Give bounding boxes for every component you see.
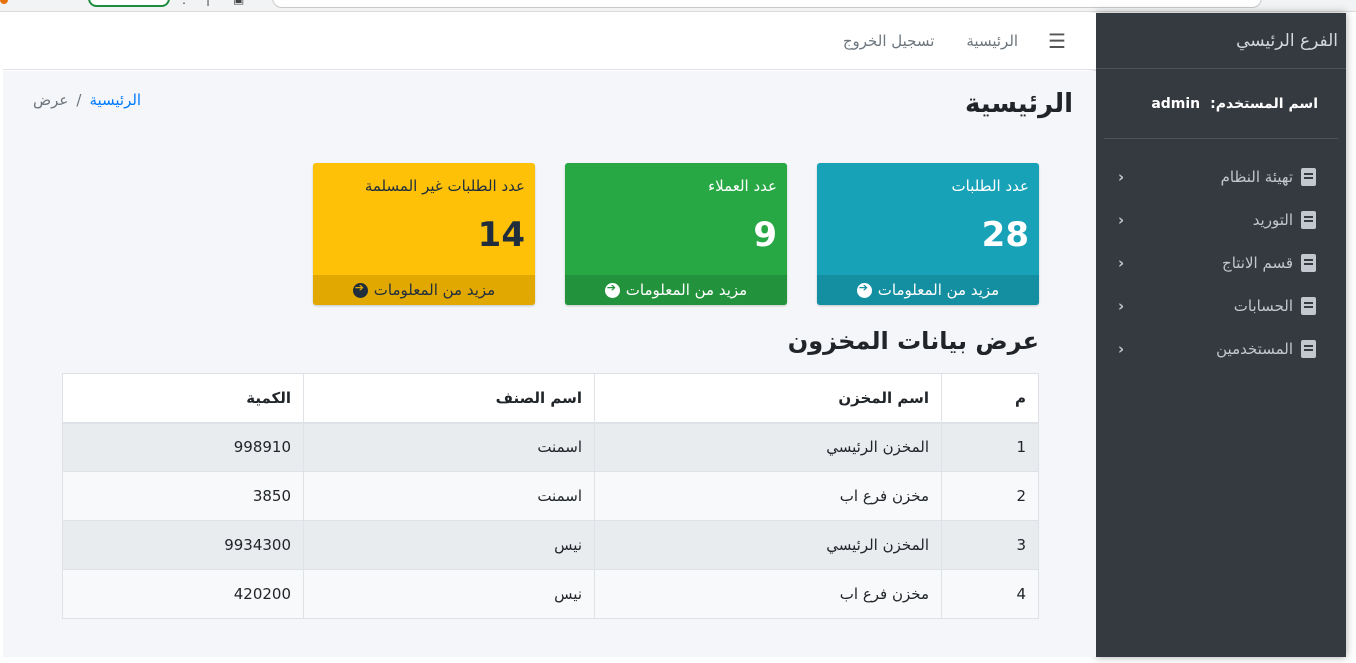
column-header-item[interactable]: اسم الصنف (303, 373, 595, 424)
arrow-circle-right-icon (352, 281, 368, 298)
card-more-info-link[interactable]: مزيد من المعلومات (565, 275, 787, 305)
cell-quantity: 420200 (62, 569, 304, 619)
browser-address-bar[interactable] (272, 0, 1262, 8)
undelivered-orders-card: عدد الطلبات غير المسلمة 14 مزيد من المعل… (313, 163, 535, 305)
sidebar-item-label: تهيئة النظام (1220, 167, 1293, 186)
sidebar-item-system-setup[interactable]: تهيئة النظام ‹ (1096, 155, 1346, 198)
book-icon (1301, 339, 1316, 358)
column-header-quantity[interactable]: الكمية (62, 373, 304, 424)
main-content: الرئيسية عرض / الرئيسية عدد الطلبات 28 م… (3, 71, 1096, 657)
table-row: 3 المخزن الرئيسي نيس 9934300 (62, 520, 1039, 570)
chevron-left-icon: ‹ (1118, 210, 1125, 229)
card-value: 14 (477, 215, 525, 255)
sidebar-item-label: قسم الانتاج (1222, 253, 1293, 272)
chevron-left-icon: ‹ (1118, 253, 1125, 272)
sidebar-item-accounts[interactable]: الحسابات ‹ (1096, 284, 1346, 327)
user-name[interactable]: admin (1151, 96, 1200, 112)
cell-index: 4 (941, 569, 1039, 619)
sidebar-item-label: التوريد (1252, 210, 1293, 229)
table-row: 4 مخزن فرع اب نيس 420200 (62, 569, 1039, 619)
breadcrumb-current: عرض (33, 91, 69, 109)
cell-item: نيس (303, 520, 595, 570)
cell-item: اسمنت (303, 422, 595, 472)
inventory-section-title: عرض بيانات المخزون (787, 327, 1039, 355)
card-more-label: مزيد من المعلومات (877, 281, 1000, 299)
user-panel: اسم المستخدم: admin (1104, 69, 1338, 139)
book-icon (1301, 253, 1316, 272)
card-more-info-link[interactable]: مزيد من المعلومات (817, 275, 1039, 305)
book-icon (1301, 210, 1316, 229)
card-value: 28 (981, 215, 1029, 255)
nav-link-home[interactable]: الرئيسية (966, 32, 1018, 50)
card-label: عدد الطلبات غير المسلمة (364, 177, 525, 195)
cell-store: مخزن فرع اب (594, 471, 942, 521)
browser-menu-icon[interactable]: ⋮ (178, 0, 190, 6)
sidebar-item-supply[interactable]: التوريد ‹ (1096, 198, 1346, 241)
cell-quantity: 3850 (62, 471, 304, 521)
page-title: الرئيسية (964, 89, 1073, 119)
breadcrumb-separator: / (76, 91, 82, 109)
stat-cards: عدد الطلبات 28 مزيد من المعلومات عدد الع… (313, 163, 1039, 305)
breadcrumb: عرض / الرئيسية (33, 91, 141, 109)
card-value: 9 (753, 215, 777, 255)
card-more-label: مزيد من المعلومات (625, 281, 748, 299)
browser-divider-icon: | (206, 0, 210, 6)
cell-item: اسمنت (303, 471, 595, 521)
browser-favicon-icon (0, 0, 8, 4)
top-navbar: ☰ الرئيسية تسجيل الخروج (3, 13, 1096, 70)
card-label: عدد العملاء (708, 177, 777, 195)
inventory-table: م اسم المخزن اسم الصنف الكمية 1 المخزن ا… (62, 373, 1039, 619)
arrow-circle-right-icon (604, 281, 620, 298)
cell-index: 3 (941, 520, 1039, 570)
card-more-label: مزيد من المعلومات (373, 281, 496, 299)
cell-item: نيس (303, 569, 595, 619)
sidebar-item-label: المستخدمين (1216, 339, 1293, 358)
cell-store: المخزن الرئيسي (594, 422, 942, 472)
cell-index: 2 (941, 471, 1039, 521)
customers-count-card: عدد العملاء 9 مزيد من المعلومات (565, 163, 787, 305)
book-icon (1301, 167, 1316, 186)
chevron-left-icon: ‹ (1118, 167, 1125, 186)
column-header-store[interactable]: اسم المخزن (594, 373, 942, 424)
browser-tab-icon[interactable]: ▣ (233, 0, 244, 6)
sidebar-item-production[interactable]: قسم الانتاج ‹ (1096, 241, 1346, 284)
sidebar-brand[interactable]: الفرع الرئيسي (1096, 13, 1346, 69)
sidebar-item-label: الحسابات (1233, 296, 1293, 315)
table-header-row: م اسم المخزن اسم الصنف الكمية (62, 373, 1039, 424)
orders-count-card: عدد الطلبات 28 مزيد من المعلومات (817, 163, 1039, 305)
book-icon (1301, 296, 1316, 315)
cell-store: المخزن الرئيسي (594, 520, 942, 570)
menu-toggle-icon[interactable]: ☰ (1048, 29, 1066, 53)
chevron-left-icon: ‹ (1118, 339, 1125, 358)
arrow-circle-right-icon (856, 281, 872, 298)
browser-chrome: ⋮ | ▣ (0, 0, 1356, 12)
nav-link-logout[interactable]: تسجيل الخروج (843, 32, 935, 50)
breadcrumb-home-link[interactable]: الرئيسية (89, 91, 141, 109)
browser-status-pill[interactable] (88, 0, 170, 7)
cell-quantity: 9934300 (62, 520, 304, 570)
table-row: 2 مخزن فرع اب اسمنت 3850 (62, 471, 1039, 521)
user-label: اسم المستخدم: (1210, 95, 1318, 112)
column-header-index[interactable]: م (941, 373, 1039, 424)
card-more-info-link[interactable]: مزيد من المعلومات (313, 275, 535, 305)
cell-store: مخزن فرع اب (594, 569, 942, 619)
chevron-left-icon: ‹ (1118, 296, 1125, 315)
cell-index: 1 (941, 422, 1039, 472)
sidebar-nav: تهيئة النظام ‹ التوريد ‹ قسم الانتاج ‹ ا… (1096, 139, 1346, 370)
card-label: عدد الطلبات (951, 177, 1030, 195)
table-row: 1 المخزن الرئيسي اسمنت 998910 (62, 422, 1039, 472)
sidebar-item-users[interactable]: المستخدمين ‹ (1096, 327, 1346, 370)
cell-quantity: 998910 (62, 422, 304, 472)
sidebar: الفرع الرئيسي اسم المستخدم: admin تهيئة … (1096, 13, 1346, 657)
